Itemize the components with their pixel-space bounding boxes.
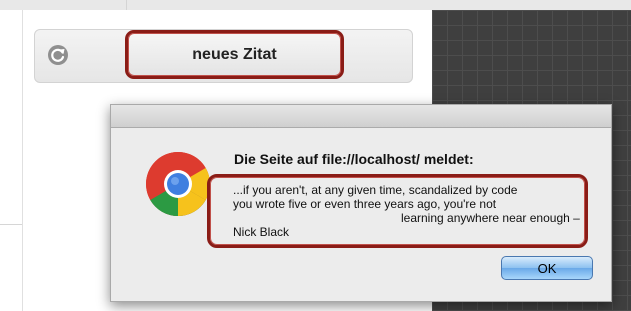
ok-button-label: OK [537,260,557,276]
chrome-logo-icon [146,152,210,216]
new-quote-button-label: neues Zitat [192,45,277,63]
ok-button[interactable]: OK [501,256,593,280]
content-divider-line [0,224,22,225]
dialog-title-bar[interactable] [111,105,611,128]
content-left-border [22,10,23,311]
message-line: learning anywhere near enough – [401,211,580,225]
dialog-message-box: ...if you aren't, at any given time, sca… [207,174,588,248]
dialog-heading: Die Seite auf file://localhost/ meldet: [234,151,474,167]
alert-dialog: Die Seite auf file://localhost/ meldet: … [110,104,612,302]
new-quote-button[interactable]: neues Zitat [125,30,344,79]
message-line: you wrote five or even three years ago, … [233,197,497,211]
message-author: Nick Black [233,225,290,239]
toolbar-divider [126,0,127,10]
refresh-icon[interactable] [48,45,68,65]
grid-panel-header [432,0,631,10]
top-toolbar-strip [0,0,432,10]
message-line: ...if you aren't, at any given time, sca… [233,183,518,197]
